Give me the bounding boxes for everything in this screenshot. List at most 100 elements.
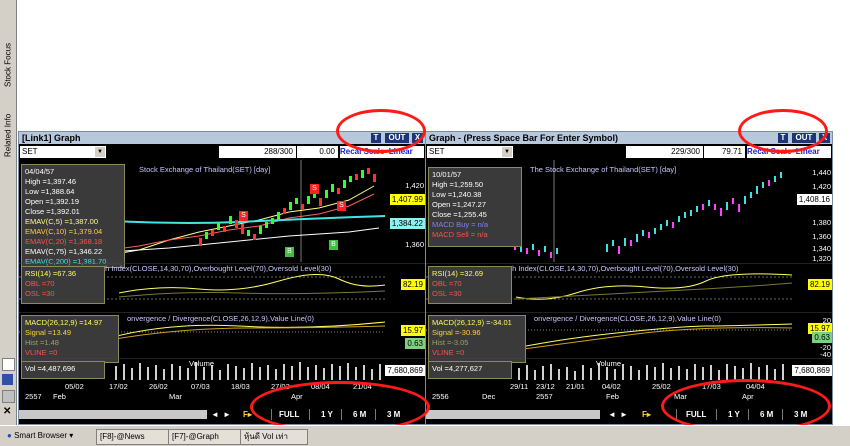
left-volume-info: Vol =4,487,696 xyxy=(21,361,105,379)
info-ema20: EMAV(C,20) =1,368.18 xyxy=(25,237,103,246)
info-date: 10/01/57 xyxy=(432,170,462,179)
left-scrollbar[interactable] xyxy=(19,410,207,419)
rsi-value: RSI(14) =32.69 xyxy=(432,269,484,278)
left-scroll-arrow-icon[interactable]: ◄ xyxy=(211,409,219,420)
right-volume-badge: 7,680,869 xyxy=(792,365,832,376)
right-y-tick: 1,380 xyxy=(812,218,831,227)
right-value: 79.71 xyxy=(704,146,745,158)
info-close: Close =1,392.01 xyxy=(25,207,80,216)
right-macd-badge: 0.63 xyxy=(812,332,832,343)
tab-stock-focus[interactable]: Stock Focus xyxy=(0,30,16,100)
right-macd-info: MACD(26,12,9) =-34.01 Signal =-30.96 His… xyxy=(428,315,526,363)
info-close: Close =1,255.45 xyxy=(432,210,487,219)
sell-marker: S xyxy=(239,211,248,221)
task-news[interactable]: [F8]-@News xyxy=(96,429,170,445)
save-icon[interactable] xyxy=(2,374,13,385)
rsi-value: RSI(14) =67.36 xyxy=(25,269,77,278)
left-rsi-title: th Index(CLOSE,14,30,70),Overbought Leve… xyxy=(103,264,332,273)
right-y-tick: 1,360 xyxy=(812,232,831,241)
x-tick: 04/02 xyxy=(602,382,621,391)
right-rsi-info: RSI(14) =32.69 OBL =70 OSL =30 xyxy=(428,266,512,304)
right-symbol-select[interactable]: SET ▼ xyxy=(427,146,513,158)
left-ema-badge: 1,384.22 xyxy=(389,218,425,229)
x-year: 2557 xyxy=(25,392,42,401)
info-macd-sell: MACD Sell = n/a xyxy=(432,230,488,239)
tab-related-info[interactable]: Related Info xyxy=(0,105,16,165)
right-macd-tick: 20 xyxy=(822,316,831,325)
right-symbol-value: SET xyxy=(429,147,445,156)
x-tick: 25/02 xyxy=(652,382,671,391)
info-low: Low =1,388.64 xyxy=(25,187,75,196)
side-tab-strip: Stock Focus Related Info ✕ xyxy=(0,0,17,445)
left-rsi-badge: 82.19 xyxy=(400,279,425,290)
chevron-down-icon: ▾ xyxy=(69,431,74,440)
x-year: 2556 xyxy=(432,392,449,401)
left-value: 0.00 xyxy=(297,146,338,158)
x-tick: 07/03 xyxy=(191,382,210,391)
left-symbol-select[interactable]: SET ▼ xyxy=(20,146,106,158)
x-tick: 29/11 xyxy=(510,382,529,391)
info-ema75: EMAV(C,75) =1,346.22 xyxy=(25,247,103,256)
right-count: 229/300 xyxy=(626,146,703,158)
left-price-badge: 1,407.99 xyxy=(389,194,425,205)
x-month: Feb xyxy=(53,392,66,401)
left-symbol-value: SET xyxy=(22,147,38,156)
right-volume-label: Volume xyxy=(596,359,622,368)
macd-value: MACD(26,12,9) =-34.01 xyxy=(432,318,512,327)
smart-browser-button[interactable]: ● Smart Browser ▾ xyxy=(4,429,90,443)
task-vol[interactable]: หุ้นดี Vol เท่า xyxy=(240,429,308,445)
left-chart-title: Stock Exchange of Thailand(SET) [day] xyxy=(139,165,271,174)
rsi-obl: OBL =70 xyxy=(432,279,462,288)
right-scrollbar[interactable] xyxy=(426,410,600,419)
right-price-badge: 1,408.16 xyxy=(796,194,832,205)
smart-browser-label: Smart Browser xyxy=(14,431,67,440)
right-y-tick: 1,420 xyxy=(812,182,831,191)
right-y-tick: 1,320 xyxy=(812,254,831,263)
x-tick: 18/03 xyxy=(231,382,250,391)
right-rsi-title: th Index(CLOSE,14,30,70),Overbought Leve… xyxy=(510,264,739,273)
right-y-tick: 1,340 xyxy=(812,244,831,253)
buy-marker: B xyxy=(329,240,338,250)
right-scroll-right-icon[interactable]: ► xyxy=(620,409,628,420)
globe-icon: ● xyxy=(7,431,12,440)
macd-hist: Hist =1.48 xyxy=(25,338,59,347)
rsi-obl: OBL =70 xyxy=(25,279,55,288)
x-tick: 26/02 xyxy=(149,382,168,391)
annotation-circle xyxy=(738,109,828,153)
left-count: 288/300 xyxy=(219,146,296,158)
chevron-down-icon[interactable]: ▼ xyxy=(95,147,105,157)
task-graph[interactable]: [F7]-@Graph xyxy=(168,429,242,445)
info-date: 04/04/57 xyxy=(25,167,55,176)
taskbar: ● Smart Browser ▾ [F8]-@News [F7]-@Graph… xyxy=(0,425,850,446)
vol-value: Vol =4,277,627 xyxy=(432,364,483,373)
sell-marker: S xyxy=(337,201,346,211)
right-macd-title: onvergence / Divergence(CLOSE,26,12,9),V… xyxy=(534,314,722,323)
x-month: Dec xyxy=(482,392,496,401)
info-ema10: EMAV(C,10) =1,379.04 xyxy=(25,227,103,236)
x-month: Feb xyxy=(606,392,619,401)
left-graph-panel: [Link1] Graph T OUT X SET ▼ 288/300 0.00… xyxy=(18,131,426,425)
left-y-tick: 1,420 xyxy=(405,181,424,190)
print-icon[interactable] xyxy=(2,390,15,403)
left-macd-badge: 15.97 xyxy=(400,325,425,336)
info-low: Low =1,240.38 xyxy=(432,190,482,199)
macd-vline: VLINE =0 xyxy=(25,348,58,357)
right-fit-icon[interactable]: F▸ xyxy=(642,409,651,420)
right-scroll-left-icon[interactable]: ◄ xyxy=(608,409,616,420)
info-high: High =1,259.50 xyxy=(432,180,484,189)
left-scroll-right-icon[interactable]: ► xyxy=(223,409,231,420)
info-high: High =1,397.46 xyxy=(25,177,77,186)
buy-marker: B xyxy=(285,247,294,257)
doc-icon[interactable] xyxy=(2,358,15,371)
macd-vline: VLINE =0 xyxy=(432,348,465,357)
chevron-down-icon[interactable]: ▼ xyxy=(502,147,512,157)
sell-marker: S xyxy=(310,184,319,194)
left-volume-badge: 7,680,869 xyxy=(385,365,425,376)
left-macd-badge: 0.63 xyxy=(405,338,425,349)
rsi-osl: OSL =30 xyxy=(432,289,462,298)
close-icon[interactable]: ✕ xyxy=(3,406,11,417)
left-volume-label: Volume xyxy=(189,359,215,368)
macd-signal: Signal =-30.96 xyxy=(432,328,481,337)
x-tick: 23/12 xyxy=(536,382,555,391)
left-ohlc-info: 04/04/57 High =1,397.46 Low =1,388.64 Op… xyxy=(21,164,125,268)
